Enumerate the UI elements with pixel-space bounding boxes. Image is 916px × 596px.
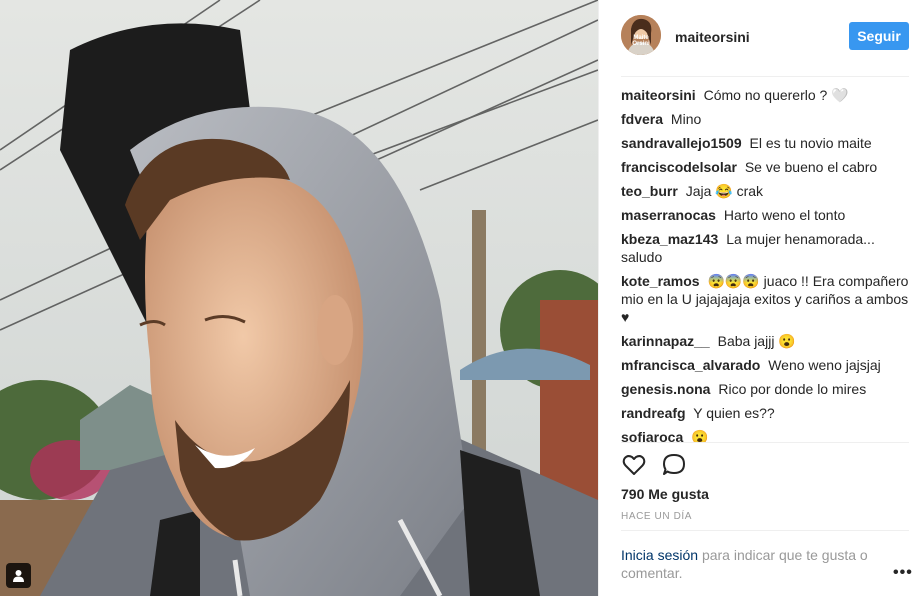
comment-text: El es tu novio maite [749, 135, 872, 151]
person-tag-glyph [13, 570, 24, 582]
comment-text: Y quien es?? [693, 405, 775, 421]
comment-username[interactable]: kote_ramos [621, 273, 700, 289]
follow-button[interactable]: Seguir [849, 22, 909, 50]
comment-item: karinnapaz__ Baba jajjj 😮 [621, 332, 911, 350]
comment-username[interactable]: fdvera [621, 111, 663, 127]
comment-item: genesis.nona Rico por donde lo mires [621, 380, 911, 398]
login-link[interactable]: Inicia sesión [621, 547, 698, 563]
comment-username[interactable]: sofiaroca [621, 429, 683, 442]
avatar[interactable]: Maite Orsini [621, 15, 661, 55]
comment-item: kbeza_maz143 La mujer henamorada... salu… [621, 230, 911, 266]
comment-text: Rico por donde lo mires [718, 381, 867, 397]
heart-glyph [622, 455, 646, 475]
photo-illustration [0, 0, 598, 596]
post-username[interactable]: maiteorsini [675, 29, 750, 45]
comment-username[interactable]: mfrancisca_alvarado [621, 357, 760, 373]
comment-username[interactable]: franciscodelsolar [621, 159, 737, 175]
heart-outline-icon[interactable] [621, 452, 647, 478]
comment-text: Harto weno el tonto [723, 207, 846, 223]
comment-username[interactable]: kbeza_maz143 [621, 231, 718, 247]
comment-text: Se ve bueno el cabro [744, 159, 878, 175]
avatar-caption: Maite Orsini [632, 35, 650, 47]
comment-text: Cómo no quererlo ? 🤍 [703, 87, 849, 103]
comment-item: randreafg Y quien es?? [621, 404, 911, 422]
comment-item: franciscodelsolar Se ve bueno el cabro [621, 158, 911, 176]
comment-item: maiteorsini Cómo no quererlo ? 🤍 [621, 86, 911, 104]
comment-item: teo_burr Jaja 😂 crak [621, 182, 911, 200]
comment-username[interactable]: teo_burr [621, 183, 678, 199]
actions-divider [621, 442, 909, 443]
speech-bubble-glyph [663, 454, 685, 475]
comment-text: Baba jajjj 😮 [717, 333, 796, 349]
comment-text: 😮 [691, 429, 709, 442]
comment-text: Weno weno jajsjaj [768, 357, 881, 373]
header-divider [621, 76, 909, 77]
comment-item: maserranocas Harto weno el tonto [621, 206, 911, 224]
comment-item: kote_ramos 😨😨😨 juaco !! Era compañero mi… [621, 272, 911, 326]
login-prompt: Inicia sesión para indicar que te gusta … [621, 546, 881, 582]
comment-text: Jaja 😂 crak [685, 183, 764, 199]
comment-username[interactable]: karinnapaz__ [621, 333, 710, 349]
comment-username[interactable]: genesis.nona [621, 381, 710, 397]
comment-username[interactable]: maserranocas [621, 207, 716, 223]
comment-username[interactable]: randreafg [621, 405, 686, 421]
comment-text: Mino [670, 111, 702, 127]
more-options-button[interactable]: ••• [893, 564, 913, 582]
comment-item: sofiaroca 😮 [621, 428, 911, 442]
person-tag-icon[interactable] [6, 563, 31, 588]
comment-item: fdvera Mino [621, 110, 911, 128]
comment-item: sandravallejo1509 El es tu novio maite [621, 134, 911, 152]
comment-username[interactable]: maiteorsini [621, 87, 696, 103]
speech-bubble-icon[interactable] [661, 452, 687, 478]
post-sidebar: Maite Orsini maiteorsini Seguir maiteors… [598, 0, 916, 596]
post-header: Maite Orsini maiteorsini Seguir [599, 0, 916, 76]
post-photo[interactable] [0, 0, 598, 596]
likes-count[interactable]: 790 Me gusta [621, 486, 709, 502]
comment-username[interactable]: sandravallejo1509 [621, 135, 742, 151]
comments-list[interactable]: maiteorsini Cómo no quererlo ? 🤍 fdvera M… [621, 86, 911, 442]
footer-divider [621, 530, 909, 531]
comment-item: mfrancisca_alvarado Weno weno jajsjaj [621, 356, 911, 374]
post-timestamp[interactable]: HACE UN DÍA [621, 511, 692, 522]
